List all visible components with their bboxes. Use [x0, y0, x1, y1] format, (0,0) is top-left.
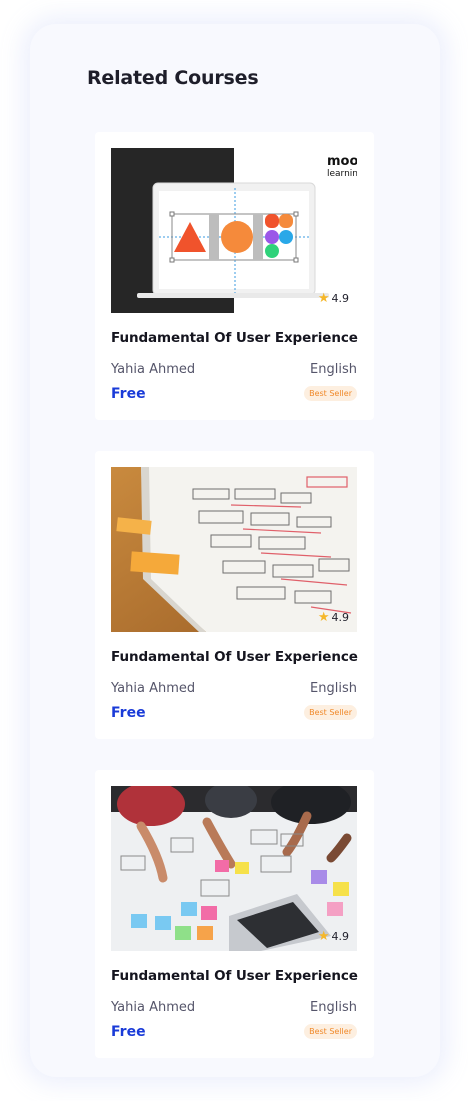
course-language: English: [310, 362, 357, 377]
best-seller-badge: Best Seller: [304, 705, 357, 720]
wireframe-paper-photo: [111, 467, 357, 632]
best-seller-badge: Best Seller: [304, 1024, 357, 1039]
rating: ★ 4.9: [318, 611, 349, 624]
course-language: English: [310, 681, 357, 696]
course-title[interactable]: Fundamental Of User Experience: [111, 968, 358, 984]
star-icon: ★: [317, 610, 330, 625]
course-card[interactable]: ★ 4.9 Fundamental Of User Experience Yah…: [95, 451, 374, 739]
course-price: Free: [111, 1024, 146, 1040]
course-language: English: [310, 1000, 357, 1015]
rating-value: 4.9: [331, 611, 350, 624]
star-icon: ★: [317, 929, 330, 944]
course-price: Free: [111, 386, 146, 402]
section-title: Related Courses: [87, 67, 259, 89]
instructor-name: Yahia Ahmed: [111, 681, 196, 696]
course-title[interactable]: Fundamental Of User Experience: [111, 649, 358, 665]
rating: ★ 4.9: [318, 292, 349, 305]
best-seller-badge: Best Seller: [304, 386, 357, 401]
course-card[interactable]: moo learnin ★ 4.9 Fundamental Of User Ex…: [95, 132, 374, 420]
star-icon: ★: [317, 291, 330, 306]
brand-logo-subtext: learnin: [327, 169, 357, 179]
brand-logo-text: moo: [327, 154, 357, 169]
instructor-name: Yahia Ahmed: [111, 1000, 196, 1015]
instructor-name: Yahia Ahmed: [111, 362, 196, 377]
course-thumbnail[interactable]: ★ 4.9: [111, 786, 357, 951]
course-price: Free: [111, 705, 146, 721]
team-planning-photo: [111, 786, 357, 951]
rating-value: 4.9: [331, 292, 350, 305]
rating-value: 4.9: [331, 930, 350, 943]
course-thumbnail[interactable]: ★ 4.9: [111, 467, 357, 632]
course-title[interactable]: Fundamental Of User Experience: [111, 330, 358, 346]
design-tool-illustration: moo learnin: [111, 148, 357, 313]
rating: ★ 4.9: [318, 930, 349, 943]
course-thumbnail[interactable]: moo learnin ★ 4.9: [111, 148, 357, 313]
course-card[interactable]: ★ 4.9 Fundamental Of User Experience Yah…: [95, 770, 374, 1058]
